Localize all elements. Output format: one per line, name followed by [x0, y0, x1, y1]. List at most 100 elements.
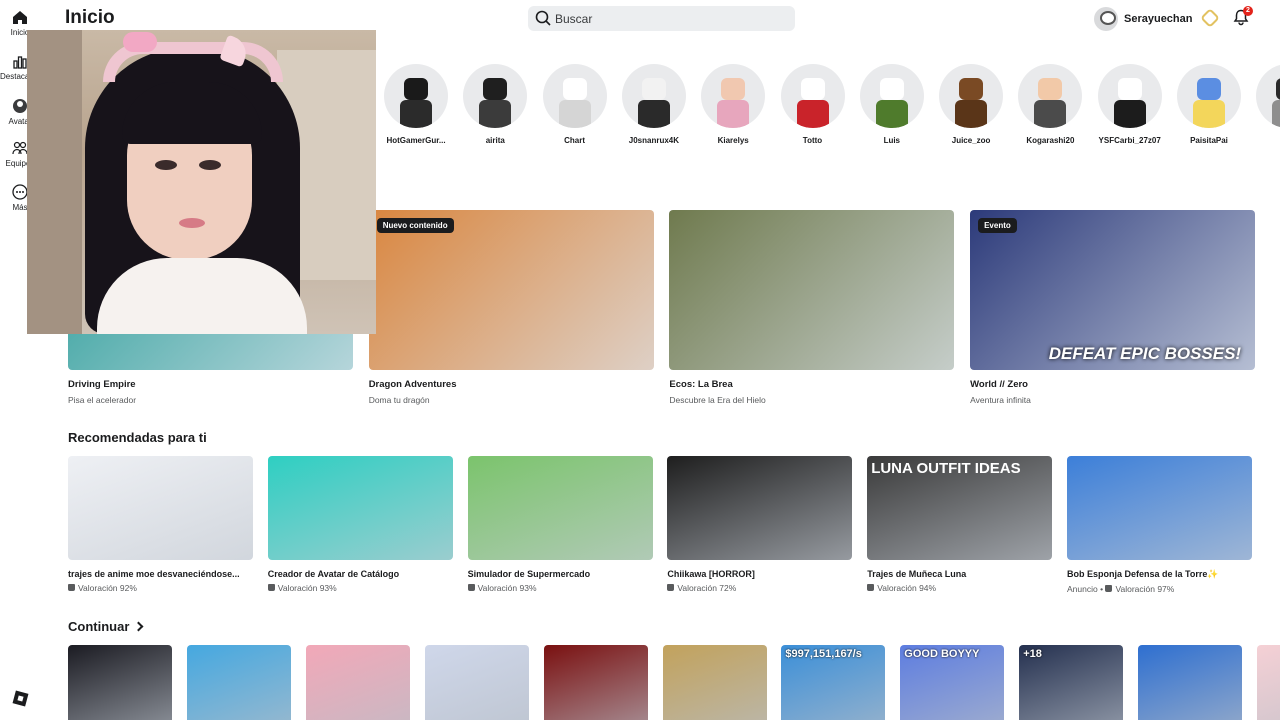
game-title[interactable]: Driving Empire: [68, 379, 353, 390]
friend-item[interactable]: YSFCarbi_27z07: [1097, 64, 1162, 145]
friend-name[interactable]: Totto: [775, 136, 851, 145]
friend-name[interactable]: airita: [457, 136, 533, 145]
friend-item[interactable]: Chart: [542, 64, 607, 145]
friend-avatar[interactable]: [463, 64, 528, 128]
recommended-game-card[interactable]: Chiikawa [HORROR] Valoración 72%: [667, 456, 853, 593]
rating-label: Valoración 93%: [477, 583, 537, 593]
friend-name[interactable]: Luis: [854, 136, 930, 145]
continue-game-card[interactable]: $997,151,167/s: [781, 645, 886, 720]
friend-item[interactable]: Luis: [859, 64, 924, 145]
game-thumbnail[interactable]: [68, 456, 253, 560]
friend-avatar[interactable]: [1018, 64, 1083, 128]
game-title[interactable]: trajes de anime moe desvaneciéndose...: [68, 569, 253, 579]
friend-avatar[interactable]: [621, 64, 686, 128]
continue-game-card[interactable]: [543, 645, 648, 720]
game-title[interactable]: Ecos: La Brea: [669, 379, 954, 390]
friend-avatar-body: [955, 100, 988, 128]
friend-avatar[interactable]: [1256, 64, 1280, 128]
friend-item[interactable]: a: [1256, 64, 1280, 145]
game-title[interactable]: Chiikawa [HORROR]: [667, 569, 852, 579]
continue-game-card[interactable]: [68, 645, 172, 720]
friend-name[interactable]: Kogarashi20: [1012, 136, 1088, 145]
game-thumbnail[interactable]: Nuevo contenido: [368, 210, 654, 370]
robux-icon[interactable]: [1200, 8, 1220, 28]
continue-game-card[interactable]: [424, 645, 529, 720]
continue-game-card[interactable]: [662, 645, 767, 720]
roblox-logo-icon[interactable]: [12, 690, 29, 707]
game-thumbnail[interactable]: [667, 456, 853, 560]
recommended-game-card[interactable]: LUNA OUTFIT IDEAS Trajes de Muñeca Luna Va…: [867, 456, 1053, 593]
friend-item[interactable]: airita: [463, 64, 528, 145]
game-thumbnail[interactable]: [467, 456, 653, 560]
friend-name[interactable]: HotGamerGur...: [384, 136, 454, 145]
game-title[interactable]: Trajes de Muñeca Luna: [867, 569, 1052, 579]
game-banner-text: LUNA OUTFIT IDEAS: [871, 460, 1021, 477]
friend-item[interactable]: HotGamerGur...: [384, 64, 448, 145]
continue-game-card[interactable]: [305, 645, 410, 720]
game-meta: Valoración 93%: [267, 583, 453, 593]
game-thumbnail[interactable]: LUNA OUTFIT IDEAS: [867, 456, 1053, 560]
user-profile[interactable]: Serayuechan: [1094, 6, 1192, 31]
search-bar[interactable]: [528, 6, 795, 31]
game-thumbnail[interactable]: [267, 456, 453, 560]
game-title[interactable]: World // Zero: [970, 379, 1255, 390]
friend-name[interactable]: Chart: [537, 136, 613, 145]
game-banner-text: DEFEAT EPIC BOSSES!: [1048, 344, 1242, 363]
username[interactable]: Serayuechan: [1124, 13, 1192, 25]
game-title[interactable]: Creador de Avatar de Catálogo: [268, 569, 453, 579]
game-thumbnail[interactable]: [1067, 456, 1252, 560]
friend-name[interactable]: Kiarelys: [695, 136, 771, 145]
friend-item[interactable]: Kogarashi20: [1018, 64, 1083, 145]
friend-avatar[interactable]: [780, 64, 845, 128]
continue-game-card[interactable]: [186, 645, 291, 720]
friend-avatar[interactable]: [1097, 64, 1162, 128]
friend-avatar[interactable]: [939, 64, 1004, 128]
friend-item[interactable]: Totto: [780, 64, 845, 145]
game-thumbnail[interactable]: [669, 210, 955, 370]
avatar[interactable]: [1094, 6, 1118, 31]
friend-avatar[interactable]: [384, 64, 448, 128]
game-thumbnail[interactable]: Evento DEFEAT EPIC BOSSES!: [970, 210, 1256, 370]
game-subtitle: Descubre la Era del Hielo: [669, 395, 766, 405]
featured-game-card[interactable]: Nuevo contenido Dragon Adventures Doma tu …: [368, 210, 654, 405]
friend-item[interactable]: J0snanrux4K: [621, 64, 686, 145]
game-subtitle: Doma tu dragón: [368, 395, 430, 405]
friend-avatar[interactable]: [701, 64, 766, 128]
section-title-continue[interactable]: Continuar: [68, 619, 144, 634]
continue-game-card[interactable]: [1257, 645, 1280, 720]
friend-item[interactable]: Juice_zoo: [939, 64, 1004, 145]
game-title[interactable]: Dragon Adventures: [369, 379, 654, 390]
friend-avatar-body: [558, 100, 591, 128]
friend-name[interactable]: J0snanrux4K: [616, 136, 692, 145]
featured-game-card[interactable]: Ecos: La Brea Descubre la Era del Hielo: [669, 210, 955, 405]
search-input[interactable]: [555, 6, 785, 31]
featured-game-card[interactable]: Evento DEFEAT EPIC BOSSES! World // Zero Av…: [970, 210, 1256, 405]
friend-name[interactable]: Juice_zoo: [933, 136, 1009, 145]
friend-avatar[interactable]: [1177, 64, 1241, 128]
friend-avatar-body: [796, 100, 829, 128]
recommended-game-card[interactable]: Creador de Avatar de Catálogo Valoración …: [267, 456, 453, 593]
search-icon: [535, 10, 551, 26]
webcam-person-eye: [155, 160, 177, 170]
friend-name[interactable]: a: [1250, 136, 1280, 145]
recommended-game-card[interactable]: trajes de anime moe desvaneciéndose... Va…: [68, 456, 253, 593]
recommended-game-card[interactable]: Bob Esponja Defensa de la Torre✨ Anuncio …: [1067, 456, 1252, 594]
game-title[interactable]: Bob Esponja Defensa de la Torre✨: [1067, 569, 1252, 580]
thumbs-up-icon: [267, 584, 275, 591]
friend-avatar[interactable]: [542, 64, 607, 128]
continue-game-card[interactable]: [1138, 645, 1243, 720]
friend-name[interactable]: YSFCarbi_27z07: [1092, 136, 1168, 145]
continue-label[interactable]: Continuar: [68, 619, 129, 634]
friend-item[interactable]: PaisitaPai: [1177, 64, 1241, 145]
game-title[interactable]: Simulador de Supermercado: [468, 569, 653, 579]
webcam-person-shirt: [97, 258, 307, 334]
recommended-game-card[interactable]: Simulador de Supermercado Valoración 93%: [467, 456, 653, 593]
friend-avatar-head: [1117, 78, 1142, 100]
recommended-games: trajes de anime moe desvaneciéndose... Va…: [68, 456, 1280, 596]
friend-name[interactable]: PaisitaPai: [1171, 136, 1247, 145]
continue-game-card[interactable]: +18: [1019, 645, 1124, 720]
friend-avatar[interactable]: [859, 64, 924, 128]
continue-game-card[interactable]: GOOD BOYYY: [900, 645, 1005, 720]
friend-avatar-head: [404, 78, 428, 100]
friend-item[interactable]: Kiarelys: [701, 64, 766, 145]
